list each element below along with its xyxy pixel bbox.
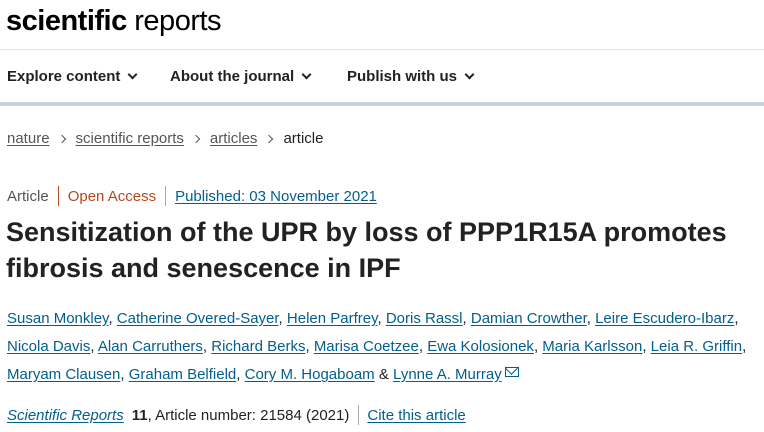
site-logo[interactable]: scientific reports xyxy=(6,2,222,40)
chevron-down-icon xyxy=(127,69,138,80)
divider xyxy=(165,186,167,206)
article-meta: Article Open Access Published: 03 Novemb… xyxy=(7,186,377,206)
logo-bold: scientific xyxy=(6,5,127,37)
site-header: scientific reports xyxy=(0,0,764,50)
nav-label: Explore content xyxy=(7,68,121,85)
author-link[interactable]: Ewa Kolosionek xyxy=(427,338,534,355)
author-link[interactable]: Susan Monkley xyxy=(7,310,108,327)
nav-about-journal[interactable]: About the journal xyxy=(170,68,312,85)
author-link[interactable]: Marisa Coetzee xyxy=(314,338,419,355)
author-link[interactable]: Doris Rassl xyxy=(386,310,463,327)
article-type: Article xyxy=(7,187,49,205)
cite-this-article-link[interactable]: Cite this article xyxy=(367,407,465,424)
breadcrumb-current: article xyxy=(283,130,324,147)
chevron-right-icon xyxy=(265,134,274,143)
chevron-right-icon xyxy=(191,134,201,143)
mail-icon[interactable] xyxy=(504,367,519,377)
nav-explore-content[interactable]: Explore content xyxy=(7,68,138,85)
published-date[interactable]: Published: 03 November 2021 xyxy=(175,188,377,205)
breadcrumb-articles[interactable]: articles xyxy=(210,130,258,147)
author-link[interactable]: Nicola Davis xyxy=(7,338,90,355)
author-link[interactable]: Cory M. Hogaboam xyxy=(245,366,375,383)
logo-regular: reports xyxy=(126,5,222,37)
author-link[interactable]: Maryam Clausen xyxy=(7,366,120,383)
breadcrumb-scientific-reports[interactable]: scientific reports xyxy=(76,130,184,147)
nav-publish-with-us[interactable]: Publish with us xyxy=(347,68,475,85)
citation-line: Scientific Reports 11, Article number: 2… xyxy=(7,405,466,425)
author-link[interactable]: Graham Belfield xyxy=(129,366,237,383)
author-link[interactable]: Leia R. Griffin xyxy=(651,338,742,355)
open-access-label: Open Access xyxy=(67,187,157,205)
author-list: Susan Monkley, Catherine Overed-Sayer, H… xyxy=(7,310,747,383)
chevron-right-icon xyxy=(57,134,66,143)
breadcrumb-nature[interactable]: nature xyxy=(7,130,50,147)
author-link[interactable]: Alan Carruthers xyxy=(98,338,203,355)
nav-divider xyxy=(0,102,764,106)
main-nav: Explore content About the journal Publis… xyxy=(0,50,764,102)
authors-ampersand: & xyxy=(378,366,389,383)
author-link[interactable]: Damian Crowther xyxy=(471,310,587,327)
breadcrumb: nature scientific reports articles artic… xyxy=(7,130,323,147)
author-link-corresponding[interactable]: Lynne A. Murray xyxy=(393,366,502,383)
journal-link[interactable]: Scientific Reports xyxy=(7,407,124,424)
nav-label: Publish with us xyxy=(347,68,458,85)
volume-number: 11 xyxy=(131,406,148,424)
chevron-down-icon xyxy=(464,69,475,80)
divider xyxy=(358,405,360,425)
author-link[interactable]: Maria Karlsson xyxy=(542,338,642,355)
nav-label: About the journal xyxy=(170,68,295,85)
author-link[interactable]: Richard Berks xyxy=(211,338,305,355)
author-link[interactable]: Catherine Overed-Sayer xyxy=(117,310,279,327)
article-number: , Article number: 21584 (2021) xyxy=(147,406,350,424)
article-title: Sensitization of the UPR by loss of PPP1… xyxy=(6,217,727,283)
divider xyxy=(57,186,59,206)
chevron-down-icon xyxy=(301,69,312,80)
author-link[interactable]: Helen Parfrey xyxy=(287,310,378,327)
author-link[interactable]: Leire Escudero-Ibarz xyxy=(595,310,734,327)
